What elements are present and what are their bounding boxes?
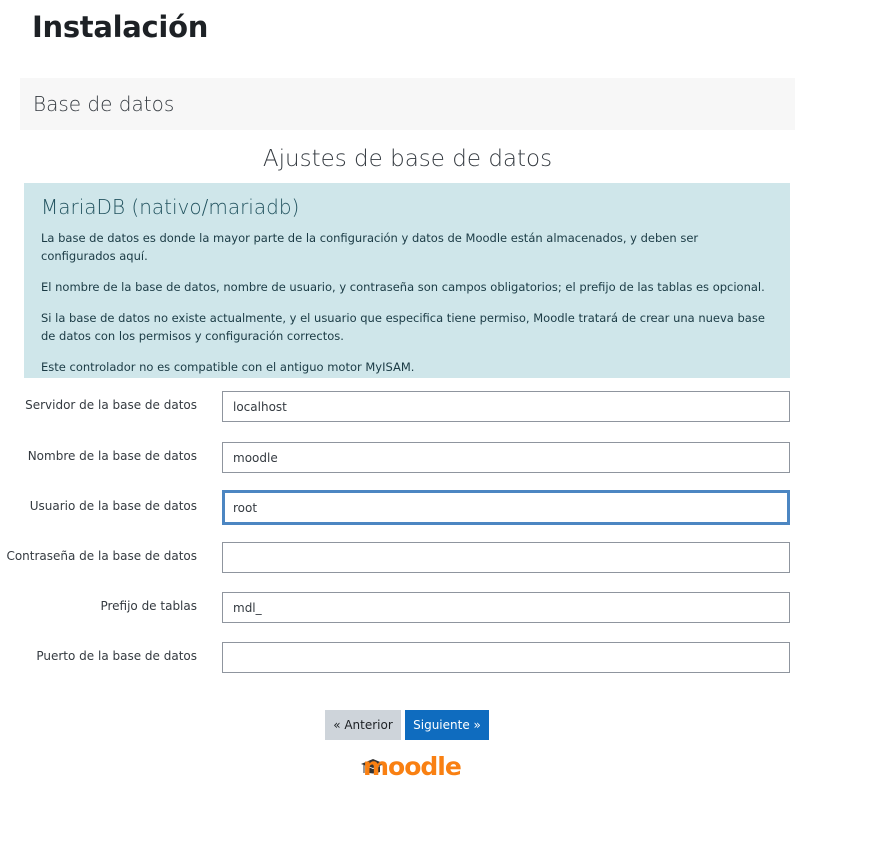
next-button[interactable]: Siguiente » — [405, 710, 489, 740]
form-row-prefix: Prefijo de tablas — [0, 592, 800, 623]
port-input[interactable] — [222, 642, 790, 673]
dbname-input[interactable] — [222, 442, 790, 473]
form-row-host: Servidor de la base de datos — [0, 391, 800, 422]
page-title: Instalación — [32, 10, 209, 44]
host-input[interactable] — [222, 391, 790, 422]
port-label: Puerto de la base de datos — [36, 649, 197, 663]
stage-label: Base de datos — [33, 92, 175, 116]
info-paragraph: El nombre de la base de datos, nombre de… — [41, 280, 765, 294]
dbname-label: Nombre de la base de datos — [27, 449, 197, 463]
previous-button[interactable]: « Anterior — [325, 710, 401, 740]
info-title: MariaDB (nativo/mariadb) — [41, 195, 300, 219]
user-input[interactable] — [222, 490, 790, 525]
info-paragraph: Este controlador no es compatible con el… — [41, 360, 415, 374]
user-label: Usuario de la base de datos — [29, 499, 197, 513]
info-box: MariaDB (nativo/mariadb) La base de dato… — [24, 183, 790, 378]
form-row-user: Usuario de la base de datos — [0, 490, 800, 525]
moodle-logo: moodle — [360, 752, 462, 784]
password-input[interactable] — [222, 542, 790, 573]
form-row-dbname: Nombre de la base de datos — [0, 442, 800, 473]
stage-header: Base de datos — [20, 78, 795, 130]
prefix-input[interactable] — [222, 592, 790, 623]
settings-heading: Ajustes de base de datos — [262, 146, 553, 172]
logo-text: moodle — [363, 752, 462, 781]
info-paragraph: Si la base de datos no existe actualment… — [41, 311, 765, 343]
info-paragraph: La base de datos es donde la mayor parte… — [41, 231, 699, 263]
password-label: Contraseña de la base de datos — [6, 549, 197, 563]
form-row-password: Contraseña de la base de datos — [0, 542, 800, 573]
host-label: Servidor de la base de datos — [25, 398, 197, 412]
form-row-port: Puerto de la base de datos — [0, 642, 800, 673]
prefix-label: Prefijo de tablas — [100, 599, 197, 613]
